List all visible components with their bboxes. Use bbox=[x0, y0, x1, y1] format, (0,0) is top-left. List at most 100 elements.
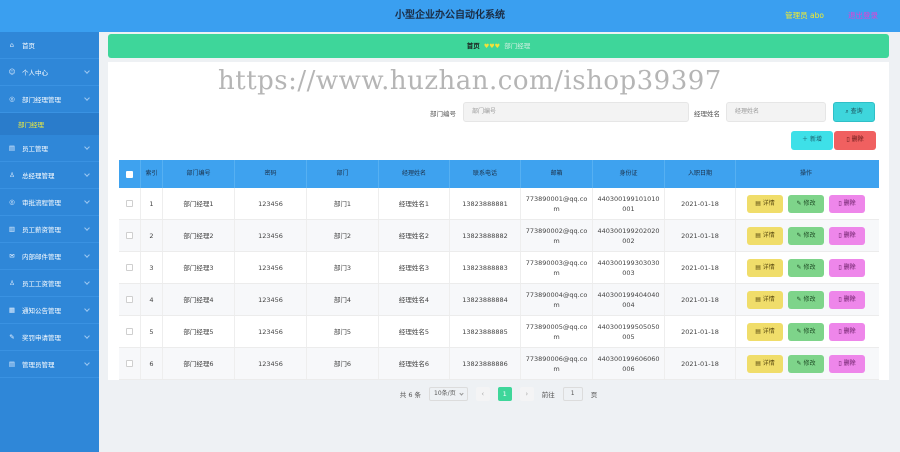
query-button[interactable]: ⌕ 查询 bbox=[833, 102, 875, 122]
edit-button[interactable]: ✎ 修改 bbox=[788, 322, 824, 341]
cell-phone: 13823888885 bbox=[450, 316, 521, 347]
sidebar-item-label: 审批流程管理 bbox=[22, 199, 61, 207]
goto-page-input[interactable]: 1 bbox=[562, 387, 583, 401]
column-header[interactable]: 身份证 bbox=[593, 160, 665, 188]
select-all-cell bbox=[119, 160, 141, 188]
column-header[interactable]: 入职日期 bbox=[665, 160, 736, 188]
batch-delete-button[interactable]: ▯ 删除 bbox=[834, 131, 876, 150]
boss-icon: ♙ bbox=[9, 171, 15, 179]
cell-no: 部门经理5 bbox=[163, 316, 235, 347]
row-checkbox[interactable] bbox=[126, 264, 133, 271]
sidebar-item-4[interactable]: ♙ 总经理管理 bbox=[0, 162, 99, 189]
sidebar-item-7[interactable]: ✉ 内部邮件管理 bbox=[0, 243, 99, 270]
column-header[interactable]: 邮箱 bbox=[521, 160, 593, 188]
delete-button[interactable]: ▯ 删除 bbox=[829, 322, 865, 341]
cell-mail: 773890006@qq.com bbox=[521, 348, 593, 379]
edit-button[interactable]: ✎ 修改 bbox=[788, 226, 824, 245]
column-header[interactable]: 密码 bbox=[235, 160, 307, 188]
search-label-manager-name: 经理姓名 bbox=[694, 110, 720, 118]
table-row[interactable]: 6 部门经理6 123456 部门6 经理姓名6 13823888886 773890006… bbox=[119, 348, 879, 380]
detail-icon: ▤ bbox=[755, 231, 763, 239]
next-page-button[interactable]: › bbox=[519, 387, 534, 401]
edit-button[interactable]: ✎ 修改 bbox=[788, 354, 824, 373]
cell-mail: 773890005@qq.com bbox=[521, 316, 593, 347]
sidebar-item-0[interactable]: ⌂ 首页 bbox=[0, 32, 99, 59]
sidebar-item-11[interactable]: ▤ 管理员管理 bbox=[0, 351, 99, 378]
table-body: 1 部门经理1 123456 部门1 经理姓名1 13823888881 773890001… bbox=[119, 188, 879, 380]
row-checkbox[interactable] bbox=[126, 232, 133, 239]
delete-button[interactable]: ▯ 删除 bbox=[829, 194, 865, 213]
sidebar-item-3[interactable]: ▤ 员工管理 bbox=[0, 135, 99, 162]
chevron-down-icon bbox=[84, 95, 90, 101]
row-checkbox[interactable] bbox=[126, 360, 133, 367]
page-size-select[interactable]: 10条/页 bbox=[429, 387, 468, 401]
sidebar-item-5[interactable]: ◎ 审批流程管理 bbox=[0, 189, 99, 216]
cell-name: 经理姓名6 bbox=[379, 348, 450, 379]
row-checkbox[interactable] bbox=[126, 328, 133, 335]
cell-idx: 2 bbox=[141, 220, 163, 251]
top-bar: 小型企业办公自动化系统 管理员 abo 退出登录 bbox=[0, 0, 900, 32]
sidebar-subitem-manager[interactable]: 部门经理 bbox=[0, 113, 99, 135]
column-header[interactable]: 经理姓名 bbox=[379, 160, 450, 188]
column-header[interactable]: 操作 bbox=[736, 160, 876, 188]
detail-button-label: 详情 bbox=[762, 199, 775, 207]
delete-button[interactable]: ▯ 删除 bbox=[829, 258, 865, 277]
sidebar-item-1[interactable]: ☺ 个人中心 bbox=[0, 59, 99, 86]
delete-button[interactable]: ▯ 删除 bbox=[829, 226, 865, 245]
column-header[interactable]: 部门编号 bbox=[163, 160, 235, 188]
cell-phone: 13823888884 bbox=[450, 284, 521, 315]
prev-page-button[interactable]: ‹ bbox=[475, 387, 490, 401]
table-header: 索引 部门编号 密码 部门 经理姓名 联系电话 邮箱 身份证 入职日期 操作 bbox=[119, 160, 879, 188]
table-row[interactable]: 1 部门经理1 123456 部门1 经理姓名1 13823888881 773890001… bbox=[119, 188, 879, 220]
detail-button[interactable]: ▤ 详情 bbox=[747, 258, 783, 277]
row-actions: ▤ 详情 ✎ 修改 ▯ 删除 bbox=[747, 322, 865, 341]
row-checkbox[interactable] bbox=[126, 200, 133, 207]
logout-link[interactable]: 退出登录 bbox=[848, 0, 878, 32]
cell-mail: 773890004@qq.com bbox=[521, 284, 593, 315]
cell-idx: 6 bbox=[141, 348, 163, 379]
sidebar-item-6[interactable]: ▥ 员工薪资管理 bbox=[0, 216, 99, 243]
search-input-manager-name[interactable]: 经理姓名 bbox=[726, 102, 826, 122]
user-icon: ☺ bbox=[8, 68, 16, 76]
sidebar-item-10[interactable]: ✎ 奖罚申请管理 bbox=[0, 324, 99, 351]
detail-button[interactable]: ▤ 详情 bbox=[747, 290, 783, 309]
sidebar-item-8[interactable]: ♙ 员工工资管理 bbox=[0, 270, 99, 297]
cell-idx: 5 bbox=[141, 316, 163, 347]
table-row[interactable]: 4 部门经理4 123456 部门4 经理姓名4 13823888884 773890004… bbox=[119, 284, 879, 316]
detail-button[interactable]: ▤ 详情 bbox=[747, 322, 783, 341]
edit-button[interactable]: ✎ 修改 bbox=[788, 258, 824, 277]
table-row[interactable]: 5 部门经理5 123456 部门5 经理姓名5 13823888885 773890005… bbox=[119, 316, 879, 348]
add-button[interactable]: ＋ 新增 bbox=[791, 131, 833, 150]
page-number-1[interactable]: 1 bbox=[497, 387, 512, 401]
cell-dept: 部门3 bbox=[307, 252, 379, 283]
breadcrumb-home[interactable]: 首页 bbox=[467, 42, 480, 50]
delete-button[interactable]: ▯ 删除 bbox=[829, 354, 865, 373]
column-header[interactable]: 索引 bbox=[141, 160, 163, 188]
delete-button[interactable]: ▯ 删除 bbox=[829, 290, 865, 309]
cell-idx: 1 bbox=[141, 188, 163, 219]
sidebar-item-2[interactable]: ◎ 部门经理管理 bbox=[0, 86, 99, 113]
watermark: https://www.huzhan.com/ishop39397 bbox=[218, 66, 722, 96]
select-all-checkbox[interactable] bbox=[126, 170, 133, 178]
cell-id: 440300199505050005 bbox=[593, 316, 665, 347]
column-header[interactable]: 联系电话 bbox=[450, 160, 521, 188]
edit-button[interactable]: ✎ 修改 bbox=[788, 194, 824, 213]
column-header[interactable]: 部门 bbox=[307, 160, 379, 188]
cell-ops: ▤ 详情 ✎ 修改 ▯ 删除 bbox=[736, 252, 876, 283]
table-row[interactable]: 2 部门经理2 123456 部门2 经理姓名2 13823888882 773890002… bbox=[119, 220, 879, 252]
search-input-dept-no[interactable]: 部门编号 bbox=[463, 102, 689, 122]
sidebar-item-9[interactable]: ▦ 通知公告管理 bbox=[0, 297, 99, 324]
detail-button[interactable]: ▤ 详情 bbox=[747, 194, 783, 213]
detail-button[interactable]: ▤ 详情 bbox=[747, 226, 783, 245]
cell-id: 440300199101010001 bbox=[593, 188, 665, 219]
cell-id: 440300199202020002 bbox=[593, 220, 665, 251]
table-row[interactable]: 3 部门经理3 123456 部门3 经理姓名3 13823888883 773890003… bbox=[119, 252, 879, 284]
cell-ops: ▤ 详情 ✎ 修改 ▯ 删除 bbox=[736, 316, 876, 347]
cell-no: 部门经理6 bbox=[163, 348, 235, 379]
detail-button[interactable]: ▤ 详情 bbox=[747, 354, 783, 373]
edit-button[interactable]: ✎ 修改 bbox=[788, 290, 824, 309]
row-checkbox[interactable] bbox=[126, 296, 133, 303]
cell-pw: 123456 bbox=[235, 316, 307, 347]
row-checkbox-cell bbox=[119, 316, 141, 347]
edit-button-label: 修改 bbox=[803, 359, 816, 367]
